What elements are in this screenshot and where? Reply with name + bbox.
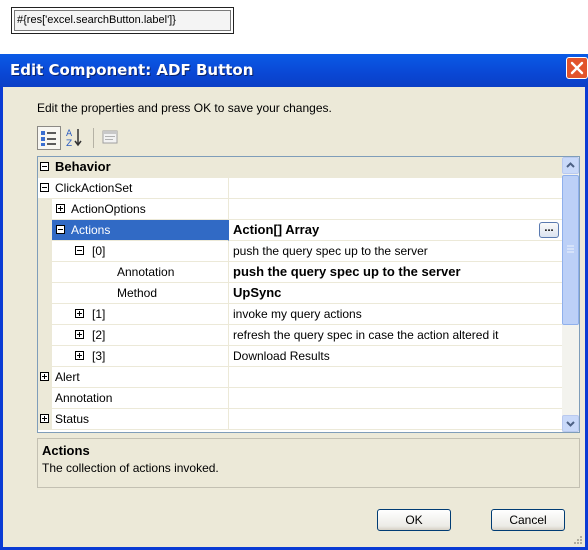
- property-label: ClickActionSet: [55, 181, 133, 195]
- toolbar-separator: [93, 128, 94, 148]
- description-text: The collection of actions invoked.: [42, 461, 219, 475]
- property-name-cell: Annotation: [38, 262, 229, 283]
- property-label: [3]: [92, 349, 106, 363]
- property-value-cell[interactable]: UpSync: [229, 283, 563, 304]
- property-name-cell: [1]: [38, 304, 229, 325]
- property-name-cell: [0]: [38, 241, 229, 262]
- property-row-action-0[interactable]: [0] push the query spec up to the server: [38, 241, 563, 262]
- expand-icon[interactable]: [75, 351, 84, 360]
- property-label: [1]: [92, 307, 106, 321]
- property-label: Actions: [71, 223, 111, 237]
- scroll-down-button[interactable]: [562, 415, 579, 432]
- button-label-expression: #{res['excel.searchButton.label']}: [14, 10, 231, 31]
- resize-grip-icon[interactable]: [573, 535, 583, 545]
- categorized-button[interactable]: [37, 126, 61, 150]
- description-panel: Actions The collection of actions invoke…: [37, 438, 580, 488]
- property-label: Annotation: [55, 391, 113, 405]
- collapse-icon[interactable]: [40, 183, 49, 192]
- close-icon: [570, 61, 584, 75]
- property-value-cell[interactable]: [229, 388, 563, 409]
- collapse-icon[interactable]: [56, 225, 65, 234]
- property-label: Alert: [55, 370, 80, 384]
- property-row-annotation[interactable]: Annotation push the query spec up to the…: [38, 262, 563, 283]
- property-value-text: Action[] Array: [233, 222, 320, 237]
- property-name-cell: ClickActionSet: [38, 178, 229, 199]
- property-label: Annotation: [117, 265, 175, 279]
- property-row-method[interactable]: Method UpSync: [38, 283, 563, 304]
- property-row-action-2[interactable]: [2] refresh the query spec in case the a…: [38, 325, 563, 346]
- scrollbar-thumb[interactable]: [562, 175, 579, 325]
- property-value-cell[interactable]: [229, 178, 563, 199]
- property-row-actionoptions[interactable]: ActionOptions: [38, 199, 563, 220]
- property-name-cell: Behavior: [38, 157, 563, 178]
- dialog-title: Edit Component: ADF Button: [10, 61, 254, 79]
- cancel-button[interactable]: Cancel: [491, 509, 565, 531]
- property-row-annotation-2[interactable]: Annotation: [38, 388, 563, 409]
- property-label: Status: [55, 412, 90, 426]
- property-value-cell[interactable]: push the query spec up to the server: [229, 262, 563, 283]
- property-value-cell[interactable]: [229, 199, 563, 220]
- category-label: Behavior: [55, 159, 111, 174]
- collapse-icon[interactable]: [40, 162, 49, 171]
- property-grid[interactable]: Behavior ClickActionSet ActionOptions Ac…: [37, 156, 580, 433]
- property-name-cell: [3]: [38, 346, 229, 367]
- title-bar[interactable]: Edit Component: ADF Button: [0, 54, 588, 87]
- expand-icon[interactable]: [40, 372, 49, 381]
- expand-icon[interactable]: [40, 414, 49, 423]
- sort-az-icon: A Z: [66, 129, 82, 149]
- property-row-action-3[interactable]: [3] Download Results: [38, 346, 563, 367]
- ok-button[interactable]: OK: [377, 509, 451, 531]
- property-row-status[interactable]: Status: [38, 409, 563, 430]
- property-value-cell[interactable]: invoke my query actions: [229, 304, 563, 325]
- property-value-cell[interactable]: Action[] Array ...: [229, 220, 563, 241]
- description-title: Actions: [42, 443, 90, 458]
- property-row-action-1[interactable]: [1] invoke my query actions: [38, 304, 563, 325]
- property-label: Method: [117, 286, 158, 300]
- property-value-cell[interactable]: [229, 367, 563, 388]
- property-name-cell: Annotation: [38, 388, 229, 409]
- ellipsis-button[interactable]: ...: [539, 222, 559, 238]
- property-value-cell[interactable]: [229, 409, 563, 430]
- property-row-alert[interactable]: Alert: [38, 367, 563, 388]
- category-behavior[interactable]: Behavior: [38, 157, 563, 178]
- property-label: ActionOptions: [71, 202, 146, 216]
- alphabetical-button[interactable]: A Z: [63, 126, 87, 150]
- property-pages-button[interactable]: [99, 126, 123, 150]
- expand-icon[interactable]: [75, 330, 84, 339]
- chevron-up-icon: [566, 162, 575, 168]
- property-name-cell: Status: [38, 409, 229, 430]
- collapse-icon[interactable]: [75, 246, 84, 255]
- row-gutter: [38, 220, 52, 241]
- property-name-cell: [2]: [38, 325, 229, 346]
- instructions-text: Edit the properties and press OK to save…: [37, 101, 332, 115]
- property-name-cell: ActionOptions: [38, 199, 229, 220]
- property-row-actions[interactable]: Actions Action[] Array ...: [38, 220, 563, 241]
- property-value-cell[interactable]: push the query spec up to the server: [229, 241, 563, 262]
- svg-text:Z: Z: [66, 139, 72, 148]
- categorized-icon: [41, 131, 56, 146]
- property-name-cell: Actions: [52, 220, 229, 241]
- property-value-cell[interactable]: Download Results: [229, 346, 563, 367]
- chevron-down-icon: [566, 421, 575, 427]
- property-name-cell: Method: [38, 283, 229, 304]
- scroll-up-button[interactable]: [562, 157, 579, 174]
- svg-text:A: A: [66, 129, 73, 139]
- edit-component-dialog: Edit Component: ADF Button Edit the prop…: [0, 54, 588, 550]
- property-label: [2]: [92, 328, 106, 342]
- property-name-cell: Alert: [38, 367, 229, 388]
- expand-icon[interactable]: [56, 204, 65, 213]
- button-component-preview[interactable]: #{res['excel.searchButton.label']}: [11, 7, 234, 34]
- property-value-cell[interactable]: refresh the query spec in case the actio…: [229, 325, 563, 346]
- property-row-clickactionset[interactable]: ClickActionSet: [38, 178, 563, 199]
- close-button[interactable]: [566, 57, 588, 79]
- property-pages-icon: [102, 130, 118, 144]
- grip-icon: [567, 245, 574, 253]
- vertical-scrollbar[interactable]: [562, 157, 579, 432]
- expand-icon[interactable]: [75, 309, 84, 318]
- property-label: [0]: [92, 244, 106, 258]
